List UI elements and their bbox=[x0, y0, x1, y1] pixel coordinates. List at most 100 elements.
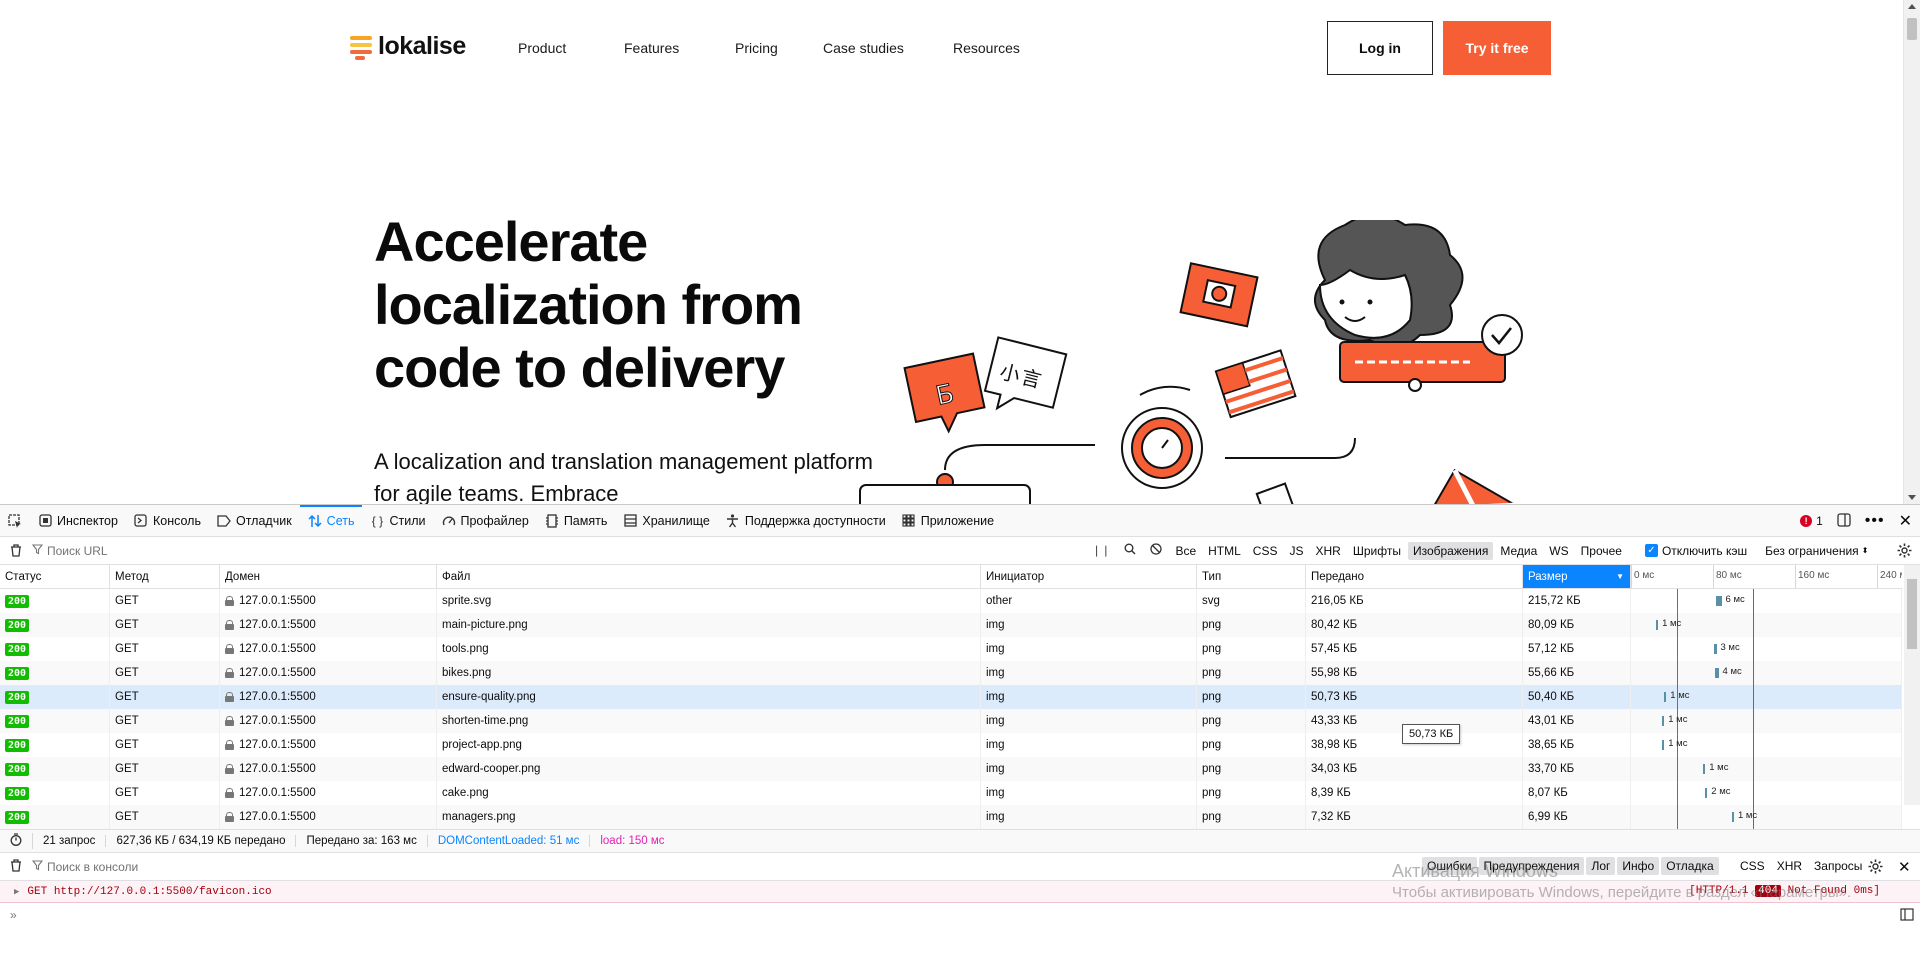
col-initiator[interactable]: Инициатор bbox=[981, 565, 1197, 588]
filter-images[interactable]: Изображения bbox=[1407, 541, 1494, 560]
disable-cache-checkbox[interactable]: ✓ Отключить кэш bbox=[1644, 544, 1747, 558]
request-row[interactable]: 200 GET 127.0.0.1:5500 sprite.svg other svg 21… bbox=[0, 589, 1902, 613]
request-row[interactable]: 200 GET 127.0.0.1:5500 shorten-time.png img p… bbox=[0, 709, 1902, 733]
console-search-input[interactable]: Поиск в консоли bbox=[31, 859, 138, 874]
tab-debugger[interactable]: Отладчик bbox=[209, 505, 300, 537]
application-icon bbox=[902, 514, 916, 528]
col-size-sorted[interactable]: Размер ▼ bbox=[1523, 565, 1631, 588]
nav-features[interactable]: Features bbox=[624, 40, 735, 56]
tab-storage[interactable]: Хранилище bbox=[615, 505, 718, 537]
filter-ws[interactable]: WS bbox=[1544, 542, 1573, 560]
devtools-tabbar: Инспектор Консоль Отладчик Сеть { } Стил… bbox=[0, 504, 1920, 537]
filter-js[interactable]: JS bbox=[1284, 542, 1308, 560]
load-marker bbox=[1752, 781, 1754, 805]
element-picker-button[interactable] bbox=[0, 505, 30, 537]
transferred-cell: 8,39 КБ bbox=[1306, 781, 1523, 805]
dock-side-icon[interactable] bbox=[1837, 512, 1851, 530]
initiator-cell: img bbox=[981, 685, 1197, 709]
more-options-icon[interactable]: ••• bbox=[1865, 512, 1885, 530]
nav-pricing[interactable]: Pricing bbox=[735, 40, 823, 56]
waterfall-timing-label: 6 мс bbox=[1725, 594, 1745, 605]
tab-inspector[interactable]: Инспектор bbox=[30, 505, 126, 537]
waterfall-timing-label: 1 мс bbox=[1662, 618, 1682, 629]
filter-other[interactable]: Прочее bbox=[1576, 542, 1627, 560]
tab-console[interactable]: Консоль bbox=[126, 505, 209, 537]
request-row[interactable]: 200 GET 127.0.0.1:5500 bikes.png img png 55,98… bbox=[0, 661, 1902, 685]
request-row[interactable]: 200 GET 127.0.0.1:5500 tools.png img png 57,45… bbox=[0, 637, 1902, 661]
multiline-editor-icon[interactable] bbox=[1900, 908, 1914, 924]
load-marker bbox=[1752, 661, 1754, 685]
search-icon[interactable] bbox=[1124, 543, 1136, 558]
col-domain[interactable]: Домен bbox=[220, 565, 437, 588]
col-type[interactable]: Тип bbox=[1197, 565, 1306, 588]
tab-network[interactable]: Сеть bbox=[299, 504, 363, 537]
status-cell: 200 bbox=[0, 685, 110, 709]
waterfall-timing-label: 1 мс bbox=[1709, 762, 1729, 773]
transferred-cell: 80,42 КБ bbox=[1306, 613, 1523, 637]
console-settings-gear-icon[interactable] bbox=[1868, 859, 1883, 877]
waterfall-cell: 6 мс bbox=[1631, 589, 1902, 613]
request-row[interactable]: 200 GET 127.0.0.1:5500 cake.png img png 8,39 К… bbox=[0, 781, 1902, 805]
tab-memory[interactable]: Память bbox=[537, 505, 616, 537]
filter-html[interactable]: HTML bbox=[1203, 542, 1246, 560]
load-marker bbox=[1752, 733, 1754, 757]
nav-case-studies[interactable]: Case studies bbox=[823, 40, 953, 56]
network-icon bbox=[308, 514, 322, 528]
error-count-badge[interactable]: ! 1 bbox=[1800, 514, 1823, 528]
filter-fonts[interactable]: Шрифты bbox=[1348, 542, 1406, 560]
expand-triangle-icon[interactable]: ▶ bbox=[14, 887, 19, 897]
waterfall-timing-label: 4 мс bbox=[1722, 666, 1742, 677]
filter-xhr[interactable]: XHR bbox=[1311, 542, 1346, 560]
col-status[interactable]: Статус bbox=[0, 565, 110, 588]
filter-all[interactable]: Все bbox=[1170, 542, 1201, 560]
col-method[interactable]: Метод bbox=[110, 565, 220, 588]
tab-application[interactable]: Приложение bbox=[894, 505, 1002, 537]
close-devtools-icon[interactable]: ✕ bbox=[1899, 511, 1912, 531]
filter-css[interactable]: CSS bbox=[1248, 542, 1283, 560]
try-free-button[interactable]: Try it free bbox=[1443, 21, 1551, 75]
close-console-icon[interactable]: ✕ bbox=[1898, 858, 1911, 876]
throttle-select[interactable]: Без ограничения ⬍ bbox=[1765, 544, 1868, 558]
nav-resources[interactable]: Resources bbox=[953, 40, 1033, 56]
tab-styles[interactable]: { } Стили bbox=[362, 505, 433, 537]
size-cell: 57,12 КБ bbox=[1523, 637, 1631, 661]
site-scrollbar[interactable] bbox=[1903, 0, 1920, 504]
tab-accessibility[interactable]: Поддержка доступности bbox=[718, 505, 894, 537]
element-picker-icon bbox=[8, 513, 22, 528]
request-row[interactable]: 200 GET 127.0.0.1:5500 edward-cooper.png img… bbox=[0, 757, 1902, 781]
col-transferred[interactable]: Передано bbox=[1306, 565, 1523, 588]
file-cell: project-app.png bbox=[437, 733, 981, 757]
clear-console-button[interactable] bbox=[10, 858, 22, 875]
console-input[interactable]: » bbox=[0, 903, 1920, 927]
col-waterfall[interactable]: 0 мс 80 мс 160 мс 240 мс bbox=[1631, 565, 1902, 588]
request-row[interactable]: 200 GET 127.0.0.1:5500 managers.png img png 7,… bbox=[0, 805, 1902, 829]
login-button[interactable]: Log in bbox=[1327, 21, 1433, 75]
lokalise-logo[interactable]: lokalise bbox=[350, 32, 466, 61]
lock-icon bbox=[225, 644, 234, 654]
tab-profiler[interactable]: Профайлер bbox=[434, 505, 537, 537]
status-code-badge: 200 bbox=[5, 786, 30, 800]
status-cell: 200 bbox=[0, 805, 110, 829]
network-table-scrollbar[interactable] bbox=[1904, 565, 1920, 805]
pause-icon[interactable]: ❘❘ bbox=[1092, 544, 1110, 557]
filter-media[interactable]: Медиа bbox=[1495, 542, 1542, 560]
status-code-badge: 200 bbox=[5, 618, 30, 632]
clear-requests-button[interactable] bbox=[0, 544, 32, 557]
file-cell: shorten-time.png bbox=[437, 709, 981, 733]
size-cell: 80,09 КБ bbox=[1523, 613, 1631, 637]
filter-icon bbox=[31, 859, 44, 874]
request-row[interactable]: 200 GET 127.0.0.1:5500 project-app.png img pn… bbox=[0, 733, 1902, 757]
type-cell: png bbox=[1197, 661, 1306, 685]
size-cell: 43,01 КБ bbox=[1523, 709, 1631, 733]
network-settings-gear-icon[interactable] bbox=[1897, 543, 1912, 561]
nav-product[interactable]: Product bbox=[518, 40, 624, 56]
request-row[interactable]: 200 GET 127.0.0.1:5500 main-picture.png img p… bbox=[0, 613, 1902, 637]
network-requests-table: Статус Метод Домен Файл Инициатор Тип Пе… bbox=[0, 565, 1902, 829]
url-filter-input[interactable]: Поиск URL bbox=[31, 544, 1092, 558]
col-file[interactable]: Файл bbox=[437, 565, 981, 588]
method-cell: GET bbox=[110, 709, 220, 733]
request-row[interactable]: 200 GET 127.0.0.1:5500 ensure-quality.png im… bbox=[0, 685, 1902, 709]
waterfall-cell: 1 мс bbox=[1631, 805, 1902, 829]
block-icon[interactable] bbox=[1150, 543, 1163, 558]
waterfall-cell: 1 мс bbox=[1631, 733, 1902, 757]
